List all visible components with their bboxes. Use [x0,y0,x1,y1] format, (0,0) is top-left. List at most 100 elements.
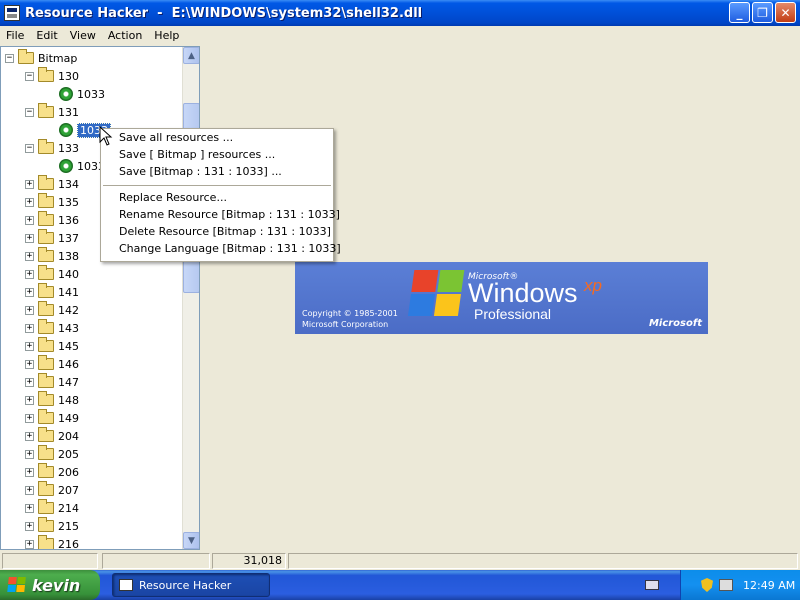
tree-node-207[interactable]: +207 [25,481,79,499]
menu-file[interactable]: File [0,29,30,42]
tree-node-206[interactable]: +206 [25,463,79,481]
tree-node-136[interactable]: +136 [25,211,79,229]
tree-node-146[interactable]: +146 [25,355,79,373]
tree-leaf-130-1033[interactable]: 1033 [59,85,105,103]
menu-save-selected-resource[interactable]: Save [Bitmap : 131 : 1033] ... [119,164,282,180]
tree-node-145[interactable]: +145 [25,337,79,355]
network-icon[interactable] [719,579,733,591]
tree-node-205[interactable]: +205 [25,445,79,463]
resource-preview-pane: Microsoft® Windows xp Professional Copyr… [204,46,800,550]
expand-icon[interactable]: + [25,269,34,279]
menu-change-language[interactable]: Change Language [Bitmap : 131 : 1033] [119,241,341,257]
folder-open-icon [18,49,34,64]
keyboard-icon[interactable] [645,580,659,590]
tree-node-148[interactable]: +148 [25,391,79,409]
tree-vertical-scrollbar[interactable]: ▲ ▼ [182,47,199,549]
expand-icon[interactable]: + [25,521,34,531]
tree-node-130[interactable]: − 130 [25,67,79,85]
expand-icon[interactable]: + [25,233,34,243]
resource-gear-icon [59,87,73,101]
tree-label: 147 [58,375,79,389]
menu-replace-resource[interactable]: Replace Resource... [119,190,227,206]
scroll-up-arrow-icon[interactable]: ▲ [183,47,199,64]
tree-node-149[interactable]: +149 [25,409,79,427]
folder-icon [38,319,54,334]
collapse-icon[interactable]: − [5,53,14,63]
menu-action[interactable]: Action [102,29,148,42]
expand-icon[interactable]: + [25,539,34,549]
security-shield-icon[interactable] [701,578,713,592]
resource-hacker-app-icon[interactable] [4,5,20,21]
folder-icon [38,427,54,442]
close-button[interactable]: ✕ [775,2,796,23]
tree-label: 141 [58,285,79,299]
tree-label: 206 [58,465,79,479]
tree-node-131[interactable]: − 131 [25,103,79,121]
expand-icon[interactable]: + [25,287,34,297]
tree-node-204[interactable]: +204 [25,427,79,445]
menu-edit[interactable]: Edit [30,29,63,42]
tree-node-137[interactable]: +137 [25,229,79,247]
expand-icon[interactable]: + [25,215,34,225]
tree-node-214[interactable]: +214 [25,499,79,517]
tree-node-133[interactable]: − 133 [25,139,79,157]
expand-icon[interactable]: + [25,467,34,477]
taskbar: kevin Resource Hacker 12:49 AM [0,570,800,600]
menu-view[interactable]: View [64,29,102,42]
expand-icon[interactable]: + [25,503,34,513]
expand-icon[interactable]: + [25,395,34,405]
menu-help[interactable]: Help [148,29,185,42]
folder-icon [38,229,54,244]
tree-label: 130 [58,69,79,83]
expand-icon[interactable]: + [25,431,34,441]
tree-node-bitmap[interactable]: − Bitmap [5,49,77,67]
maximize-button[interactable]: ❐ [752,2,773,23]
tree-label: 149 [58,411,79,425]
expand-icon[interactable]: + [25,305,34,315]
collapse-icon[interactable]: − [25,107,34,117]
taskbar-item-resource-hacker[interactable]: Resource Hacker [112,573,270,597]
expand-icon[interactable]: + [25,485,34,495]
tree-node-142[interactable]: +142 [25,301,79,319]
tree-leaf-133-1033[interactable]: 1033 [59,157,105,175]
folder-icon [38,301,54,316]
expand-icon[interactable]: + [25,359,34,369]
expand-icon[interactable]: + [25,413,34,423]
folder-icon [38,283,54,298]
expand-icon[interactable]: + [25,449,34,459]
scroll-down-arrow-icon[interactable]: ▼ [183,532,199,549]
menu-rename-resource[interactable]: Rename Resource [Bitmap : 131 : 1033] [119,207,340,223]
menu-delete-resource[interactable]: Delete Resource [Bitmap : 131 : 1033] [119,224,331,240]
tree-label: 215 [58,519,79,533]
start-button[interactable]: kevin [0,570,100,600]
collapse-icon[interactable]: − [25,143,34,153]
tree-node-141[interactable]: +141 [25,283,79,301]
tree-node-140[interactable]: +140 [25,265,79,283]
collapse-icon[interactable]: − [25,71,34,81]
tree-node-215[interactable]: +215 [25,517,79,535]
menu-save-all-resources[interactable]: Save all resources ... [119,130,233,146]
menu-save-bitmap-resources[interactable]: Save [ Bitmap ] resources ... [119,147,275,163]
microsoft-logo: Microsoft [648,318,702,329]
tree-node-135[interactable]: +135 [25,193,79,211]
resource-tree[interactable]: − Bitmap − 130 1033 − 131 1033 − 133 103… [0,46,200,550]
title-bar: Resource Hacker - E:\WINDOWS\system32\sh… [0,0,800,26]
tree-node-138[interactable]: +138 [25,247,79,265]
tree-node-147[interactable]: +147 [25,373,79,391]
expand-icon[interactable]: + [25,323,34,333]
folder-icon [38,265,54,280]
expand-icon[interactable]: + [25,251,34,261]
tree-label: 138 [58,249,79,263]
expand-icon[interactable]: + [25,179,34,189]
folder-icon [38,535,54,549]
expand-icon[interactable]: + [25,377,34,387]
tree-node-134[interactable]: +134 [25,175,79,193]
expand-icon[interactable]: + [25,197,34,207]
status-pane-2 [102,553,210,569]
folder-icon [38,175,54,190]
tree-node-216[interactable]: +216 [25,535,79,549]
resource-context-menu: Save all resources ... Save [ Bitmap ] r… [100,128,341,262]
tree-node-143[interactable]: +143 [25,319,79,337]
expand-icon[interactable]: + [25,341,34,351]
minimize-button[interactable]: _ [729,2,750,23]
